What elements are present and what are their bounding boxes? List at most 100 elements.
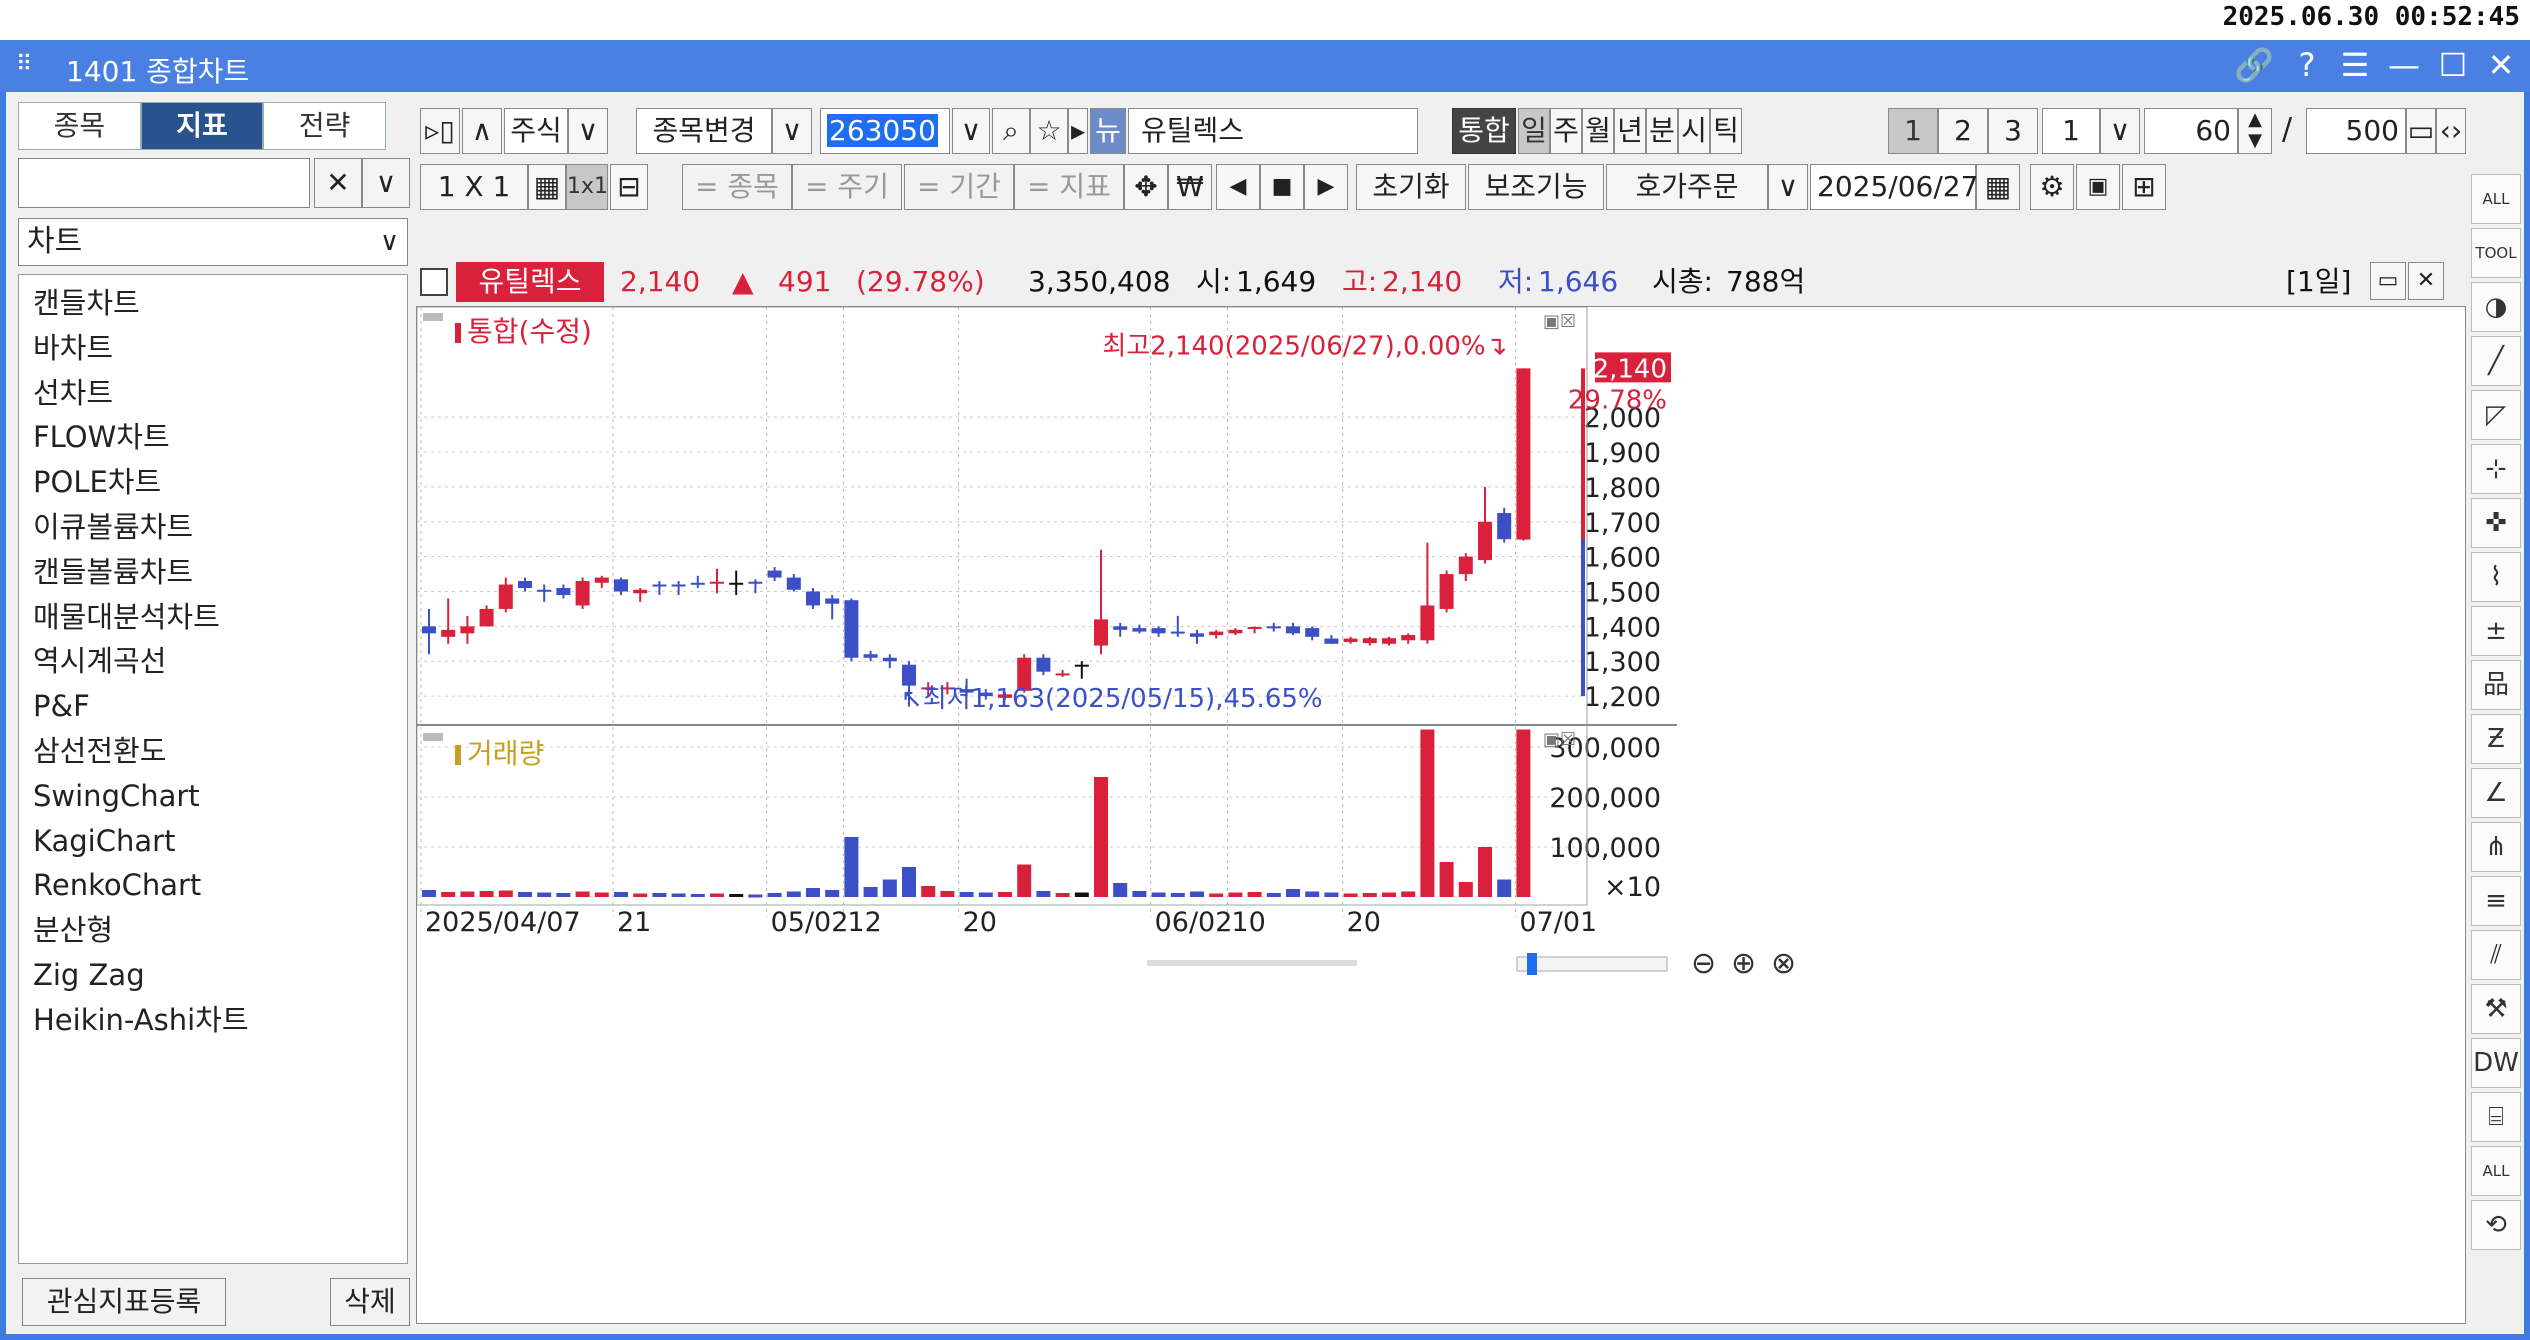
drawing-tool-icon[interactable]: TOOL [2471, 228, 2521, 278]
order-book-button[interactable]: 호가주문 [1606, 164, 1768, 210]
link-icon[interactable]: 🔗 [2234, 46, 2274, 84]
indicator-list-item[interactable]: 삼선전환도 [33, 729, 407, 774]
collapse-icon[interactable]: ‹› [2436, 108, 2466, 154]
page-tab[interactable]: 3 [1988, 108, 2038, 154]
register-indicator-button[interactable]: 관심지표등록 [22, 1278, 226, 1326]
screenshot-icon[interactable]: ⊞ [2122, 164, 2166, 210]
settings-icon[interactable]: ⚙ [2030, 164, 2074, 210]
drawing-tool-icon[interactable]: ⋔ [2471, 822, 2521, 872]
grip-icon[interactable]: ⠿ [16, 52, 32, 77]
indicator-list-item[interactable]: 매물대분석차트 [33, 595, 407, 640]
grid-icon[interactable]: ▦ [528, 164, 566, 210]
help-icon[interactable]: ? [2292, 46, 2322, 84]
indicator-list-item[interactable]: 캔들차트 [33, 281, 407, 326]
period-tab[interactable]: 틱 [1710, 108, 1742, 154]
layout-save-icon[interactable]: ▣ [2076, 164, 2120, 210]
drawing-tool-icon[interactable]: ± [2471, 606, 2521, 656]
code-dropdown-icon[interactable]: ∨ [952, 108, 990, 154]
page-tab[interactable]: 1 [1888, 108, 1938, 154]
drawing-tool-icon[interactable]: ALL [2471, 174, 2521, 224]
play-icon[interactable]: ▸ [1068, 108, 1088, 154]
drawing-tool-icon[interactable]: ⌸ [2471, 1092, 2521, 1142]
chart-svg[interactable]: 2,0001,9001,8001,7001,6001,5001,4001,300… [416, 306, 2465, 1323]
unified-button[interactable]: 통합 [1452, 108, 1516, 154]
interval-value[interactable]: 1 [2042, 108, 2100, 154]
indicator-list-item[interactable]: POLE차트 [33, 460, 407, 505]
date-input[interactable]: 2025/06/27 [1810, 164, 1978, 210]
indicator-list-item[interactable]: Heikin-Ashi차트 [33, 998, 407, 1043]
expand-button[interactable]: ▹▯ [420, 108, 460, 154]
period-tab[interactable]: 월 [1582, 108, 1614, 154]
sync-period-button[interactable]: = 기간 [904, 164, 1014, 210]
up-button[interactable]: ∧ [462, 108, 502, 154]
maximize-pane-icon[interactable]: ▭ [2370, 262, 2406, 300]
indicator-list-item[interactable]: 선차트 [33, 371, 407, 416]
indicator-list-item[interactable]: 이큐볼륨차트 [33, 505, 407, 550]
prev-icon[interactable]: ◀ [1216, 164, 1260, 210]
drawing-tool-icon[interactable]: ⌇ [2471, 552, 2521, 602]
search-dropdown-button[interactable]: ∨ [362, 158, 410, 208]
indicator-search-input[interactable] [18, 158, 310, 208]
drawing-tool-icon[interactable]: 品 [2471, 660, 2521, 710]
screen-icon[interactable]: ▭ [2406, 108, 2436, 154]
aux-function-button[interactable]: 보조기능 [1468, 164, 1604, 210]
sync-stock-button[interactable]: = 종목 [682, 164, 792, 210]
drawing-tool-icon[interactable]: ∠ [2471, 768, 2521, 818]
count-input-2[interactable]: 500 [2306, 108, 2406, 154]
minimize-icon[interactable]: — [2388, 46, 2420, 84]
drawing-tool-icon[interactable]: ≡ [2471, 876, 2521, 926]
indicator-list-item[interactable]: 분산형 [33, 908, 407, 953]
drawing-tool-icon[interactable]: ◸ [2471, 390, 2521, 440]
drawing-tool-icon[interactable]: ✜ [2471, 498, 2521, 548]
tab-stock[interactable]: 종목 [18, 102, 141, 150]
layout-button[interactable]: 1 X 1 [420, 164, 528, 210]
new-badge[interactable]: 뉴 [1090, 108, 1126, 154]
select-checkbox[interactable] [420, 268, 448, 296]
won-icon[interactable]: ₩ [1168, 164, 1212, 210]
drawing-tool-icon[interactable]: ⟲ [2471, 1200, 2521, 1250]
indicator-list-item[interactable]: SwingChart [33, 774, 407, 819]
delete-button[interactable]: 삭제 [330, 1278, 410, 1326]
indicator-list-item[interactable]: 캔들볼륨차트 [33, 550, 407, 595]
split-icon[interactable]: ⊟ [610, 164, 648, 210]
market-dropdown-icon[interactable]: ∨ [568, 108, 608, 154]
tab-indicator[interactable]: 지표 [140, 102, 264, 150]
count-spinner[interactable]: ▲ ▼ [2238, 108, 2272, 154]
drawing-tool-icon[interactable]: DW [2471, 1038, 2521, 1088]
menu-icon[interactable]: ☰ [2340, 46, 2370, 84]
close-pane-icon[interactable]: ✕ [2408, 262, 2444, 300]
indicator-list-item[interactable]: KagiChart [33, 819, 407, 864]
indicator-list-item[interactable]: FLOW차트 [33, 415, 407, 460]
one-by-one-button[interactable]: 1x1 [566, 164, 608, 210]
drawing-tool-icon[interactable]: ALL [2471, 1146, 2521, 1196]
next-icon[interactable]: ▶ [1304, 164, 1348, 210]
close-icon[interactable]: ✕ [2486, 46, 2516, 84]
drawing-tool-icon[interactable]: ⚒ [2471, 984, 2521, 1034]
interval-dropdown-icon[interactable]: ∨ [2100, 108, 2140, 154]
category-select[interactable]: 차트 ∨ [18, 218, 408, 266]
page-tab[interactable]: 2 [1938, 108, 1988, 154]
move-icon[interactable]: ✥ [1124, 164, 1168, 210]
drawing-tool-icon[interactable]: Ƶ [2471, 714, 2521, 764]
calendar-icon[interactable]: ▦ [1976, 164, 2020, 210]
period-tab[interactable]: 주 [1550, 108, 1582, 154]
search-icon[interactable]: ⌕ [992, 108, 1030, 154]
indicator-list-item[interactable]: P&F [33, 684, 407, 729]
period-tab[interactable]: 시 [1678, 108, 1710, 154]
drawing-tool-icon[interactable]: ╱ [2471, 336, 2521, 386]
change-stock-select[interactable]: 종목변경 [636, 108, 772, 154]
drawing-tool-icon[interactable]: ⊹ [2471, 444, 2521, 494]
drawing-tool-icon[interactable]: ◑ [2471, 282, 2521, 332]
indicator-list-item[interactable]: RenkoChart [33, 863, 407, 908]
stop-icon[interactable]: ■ [1260, 164, 1304, 210]
indicator-list-item[interactable]: 바차트 [33, 326, 407, 371]
period-tab[interactable]: 분 [1646, 108, 1678, 154]
count-input-1[interactable]: 60 [2144, 108, 2238, 154]
reset-button[interactable]: 초기화 [1356, 164, 1466, 210]
tab-strategy[interactable]: 전략 [263, 102, 387, 150]
clear-search-button[interactable]: ✕ [314, 158, 362, 208]
period-tab[interactable]: 일 [1518, 108, 1550, 154]
period-tab[interactable]: 년 [1614, 108, 1646, 154]
drawing-tool-icon[interactable]: ⫽ [2471, 930, 2521, 980]
indicator-list-item[interactable]: 역시계곡선 [33, 639, 407, 684]
